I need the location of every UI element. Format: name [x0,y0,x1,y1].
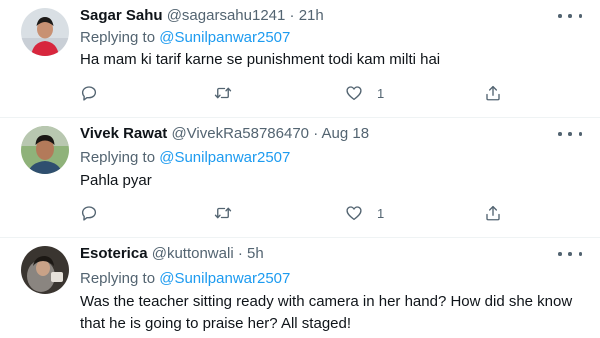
retweet-icon [214,87,232,99]
timestamp[interactable]: 5h [247,245,264,262]
more-options-icon[interactable] [558,8,582,24]
share-icon [486,85,500,101]
like-count: 1 [377,205,385,221]
reply-button[interactable] [80,83,98,103]
separator-dot: · [237,245,243,262]
author-handle[interactable]: @kuttonwali [152,245,234,262]
reply-icon [81,86,97,101]
retweet-button[interactable] [214,203,232,223]
replying-to-label: Replying to [80,29,156,46]
tweet[interactable]: Vivek Rawat @VivekRa58786470 · Aug 18 Re… [0,118,600,238]
tweet-header: Vivek Rawat @VivekRa58786470 · Aug 18 [80,124,369,144]
timestamp[interactable]: Aug 18 [322,125,370,142]
avatar[interactable] [21,246,69,294]
like-button[interactable]: 1 [345,83,384,103]
tweet-text-line: that he is going to praise her? All stag… [80,315,352,332]
heart-icon [346,206,362,221]
like-count: 1 [377,85,385,101]
replying-to-mention[interactable]: @Sunilpanwar2507 [159,29,290,46]
like-button[interactable]: 1 [345,203,384,223]
replying-to-label: Replying to [80,270,156,287]
tweet-header: Esoterica @kuttonwali · 5h [80,244,264,264]
author-handle[interactable]: @sagarsahu1241 [167,7,286,24]
replying-to: Replying to @Sunilpanwar2507 [80,269,290,289]
avatar[interactable] [21,8,69,56]
retweet-icon [214,207,232,219]
tweet-actions: 1 [80,83,510,103]
heart-icon [346,86,362,101]
separator-dot: · [289,7,295,24]
share-button[interactable] [484,83,502,103]
tweet[interactable]: Sagar Sahu @sagarsahu1241 · 21h Replying… [0,0,600,118]
tweet-header: Sagar Sahu @sagarsahu1241 · 21h [80,6,324,26]
replying-to-mention[interactable]: @Sunilpanwar2507 [159,149,290,166]
share-button[interactable] [484,203,502,223]
author-name[interactable]: Sagar Sahu [80,7,163,24]
reply-button[interactable] [80,203,98,223]
author-name[interactable]: Esoterica [80,245,148,262]
reply-icon [81,206,97,221]
replying-to-label: Replying to [80,149,156,166]
separator-dot: · [313,125,319,142]
author-name[interactable]: Vivek Rawat [80,125,167,142]
author-handle[interactable]: @VivekRa58786470 [171,125,309,142]
more-options-icon[interactable] [558,246,582,262]
tweet-text: Was the teacher sitting ready with camer… [80,291,580,335]
avatar[interactable] [21,126,69,174]
tweet-text: Ha mam ki tarif karne se punishment todi… [80,51,441,68]
timestamp[interactable]: 21h [299,7,324,24]
replying-to: Replying to @Sunilpanwar2507 [80,148,290,168]
share-icon [486,205,500,221]
tweet-text: Pahla pyar [80,172,152,189]
replying-to-mention[interactable]: @Sunilpanwar2507 [159,270,290,287]
tweet-text-line: Was the teacher sitting ready with camer… [80,293,573,310]
tweet-actions: 1 [80,203,510,223]
tweet[interactable]: Esoterica @kuttonwali · 5h Replying to @… [0,238,600,338]
replying-to: Replying to @Sunilpanwar2507 [80,28,290,48]
more-options-icon[interactable] [558,126,582,142]
retweet-button[interactable] [214,83,232,103]
